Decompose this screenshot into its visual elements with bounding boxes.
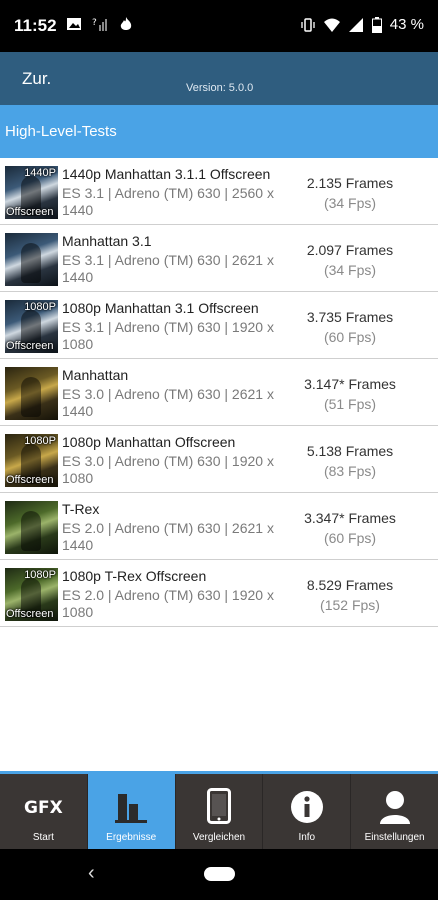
test-row[interactable]: Manhattan ES 3.0 | Adreno (TM) 630 | 262…	[0, 359, 438, 426]
user-icon	[379, 791, 410, 824]
back-button[interactable]: Zur.	[22, 69, 51, 89]
section-title: High-Level-Tests	[5, 123, 117, 140]
signal-icon	[348, 17, 363, 32]
bottom-tab-bar: GFX Start Ergebnisse Vergleichen Info Ei…	[0, 771, 438, 849]
test-frames: 2.135 Frames	[306, 175, 394, 191]
resolution-tag: 1440P	[24, 167, 56, 179]
test-fps: (34 Fps)	[323, 262, 377, 278]
tab-start[interactable]: GFX Start	[0, 774, 88, 849]
thumbnail-figure	[21, 377, 41, 417]
test-api: ES 3.1 | Adreno (TM) 630 | 2621 x 1440	[62, 252, 274, 285]
test-name: 1440p Manhattan 3.1.1 Offscreen	[62, 166, 271, 182]
test-thumbnail	[5, 367, 58, 420]
tab-label: Einstellungen	[364, 832, 425, 843]
no-signal-icon: ?	[92, 18, 107, 31]
test-api: ES 2.0 | Adreno (TM) 630 | 1920 x 1080	[62, 587, 274, 620]
tab-label: Start	[32, 832, 54, 843]
test-api: ES 3.0 | Adreno (TM) 630 | 2621 x 1440	[62, 386, 274, 419]
test-fps: (34 Fps)	[323, 195, 377, 211]
test-thumbnail	[5, 501, 58, 554]
phone-icon	[206, 788, 231, 824]
test-name: T-Rex	[62, 501, 100, 517]
tab-label: Ergebnisse	[106, 832, 157, 843]
resolution-tag: 1080P	[24, 435, 56, 447]
test-frames: 3.147* Frames	[304, 376, 396, 392]
resolution-tag: 1080P	[24, 301, 56, 313]
test-row[interactable]: 1440P Offscreen 1440p Manhattan 3.1.1 Off…	[0, 158, 438, 225]
test-fps: (60 Fps)	[323, 329, 377, 345]
test-frames: 8.529 Frames	[306, 577, 394, 593]
svg-text:?: ?	[92, 18, 97, 28]
status-bar: 11:52 ? 43 %	[0, 0, 438, 52]
thumbnail-figure	[21, 243, 41, 283]
offscreen-tag: Offscreen	[6, 474, 54, 486]
test-name: Manhattan	[62, 367, 129, 383]
tab-label: Info	[298, 832, 316, 843]
status-time: 11:52	[14, 16, 57, 35]
nav-home-pill[interactable]	[204, 867, 235, 881]
test-thumbnail: 1080P Offscreen	[5, 300, 58, 353]
test-fps: (152 Fps)	[320, 597, 380, 613]
tab-vergleichen[interactable]: Vergleichen	[176, 774, 264, 849]
thumbnail-figure	[21, 511, 41, 551]
tab-info[interactable]: Info	[263, 774, 352, 849]
offscreen-tag: Offscreen	[6, 206, 54, 218]
test-fps: (51 Fps)	[323, 396, 377, 412]
test-thumbnail: 1080P Offscreen	[5, 434, 58, 487]
test-row[interactable]: 1080P Offscreen 1080p T-Rex Offscreen ES …	[0, 560, 438, 627]
test-api: ES 3.1 | Adreno (TM) 630 | 2560 x 1440	[62, 185, 274, 218]
test-row[interactable]: Manhattan 3.1 ES 3.1 | Adreno (TM) 630 |…	[0, 225, 438, 292]
test-api: ES 2.0 | Adreno (TM) 630 | 2621 x 1440	[62, 520, 274, 553]
test-list: 1440P Offscreen 1440p Manhattan 3.1.1 Off…	[0, 158, 438, 627]
test-thumbnail: 1440P Offscreen	[5, 166, 58, 219]
version-label: Version: 5.0.0	[186, 82, 254, 94]
test-api: ES 3.0 | Adreno (TM) 630 | 1920 x 1080	[62, 453, 274, 486]
tab-ergebnisse[interactable]: Ergebnisse	[87, 774, 176, 849]
section-header: High-Level-Tests	[0, 105, 438, 158]
system-nav-bar: ‹	[0, 849, 438, 900]
app-bar: Zur. Version: 5.0.0	[0, 52, 438, 105]
test-name: 1080p Manhattan Offscreen	[62, 434, 236, 450]
wifi-icon	[323, 18, 340, 32]
flame-icon	[120, 17, 132, 30]
test-name: 1080p T-Rex Offscreen	[62, 568, 207, 584]
test-name: Manhattan 3.1	[62, 233, 152, 249]
offscreen-tag: Offscreen	[6, 608, 54, 620]
test-frames: 3.347* Frames	[304, 510, 396, 526]
test-api: ES 3.1 | Adreno (TM) 630 | 1920 x 1080	[62, 319, 274, 352]
test-fps: (83 Fps)	[323, 463, 377, 479]
test-row[interactable]: T-Rex ES 2.0 | Adreno (TM) 630 | 2621 x …	[0, 493, 438, 560]
vibrate-icon	[301, 17, 315, 32]
test-fps: (60 Fps)	[323, 530, 377, 546]
test-thumbnail: 1080P Offscreen	[5, 568, 58, 621]
image-icon	[67, 18, 81, 30]
nav-back-icon[interactable]: ‹	[88, 862, 95, 885]
test-frames: 2.097 Frames	[306, 242, 394, 258]
offscreen-tag: Offscreen	[6, 340, 54, 352]
test-row[interactable]: 1080P Offscreen 1080p Manhattan Offscreen…	[0, 426, 438, 493]
tab-einstellungen[interactable]: Einstellungen	[351, 774, 438, 849]
gfx-logo-icon: GFX	[24, 798, 63, 818]
test-frames: 5.138 Frames	[306, 443, 394, 459]
battery-percent: 43 %	[389, 16, 424, 33]
test-frames: 3.735 Frames	[306, 309, 394, 325]
info-icon	[290, 791, 323, 823]
bar-chart-icon	[115, 794, 148, 823]
tab-label: Vergleichen	[192, 832, 246, 843]
resolution-tag: 1080P	[24, 569, 56, 581]
battery-icon	[371, 16, 382, 33]
test-name: 1080p Manhattan 3.1 Offscreen	[62, 300, 259, 316]
test-row[interactable]: 1080P Offscreen 1080p Manhattan 3.1 Offsc…	[0, 292, 438, 359]
test-thumbnail	[5, 233, 58, 286]
